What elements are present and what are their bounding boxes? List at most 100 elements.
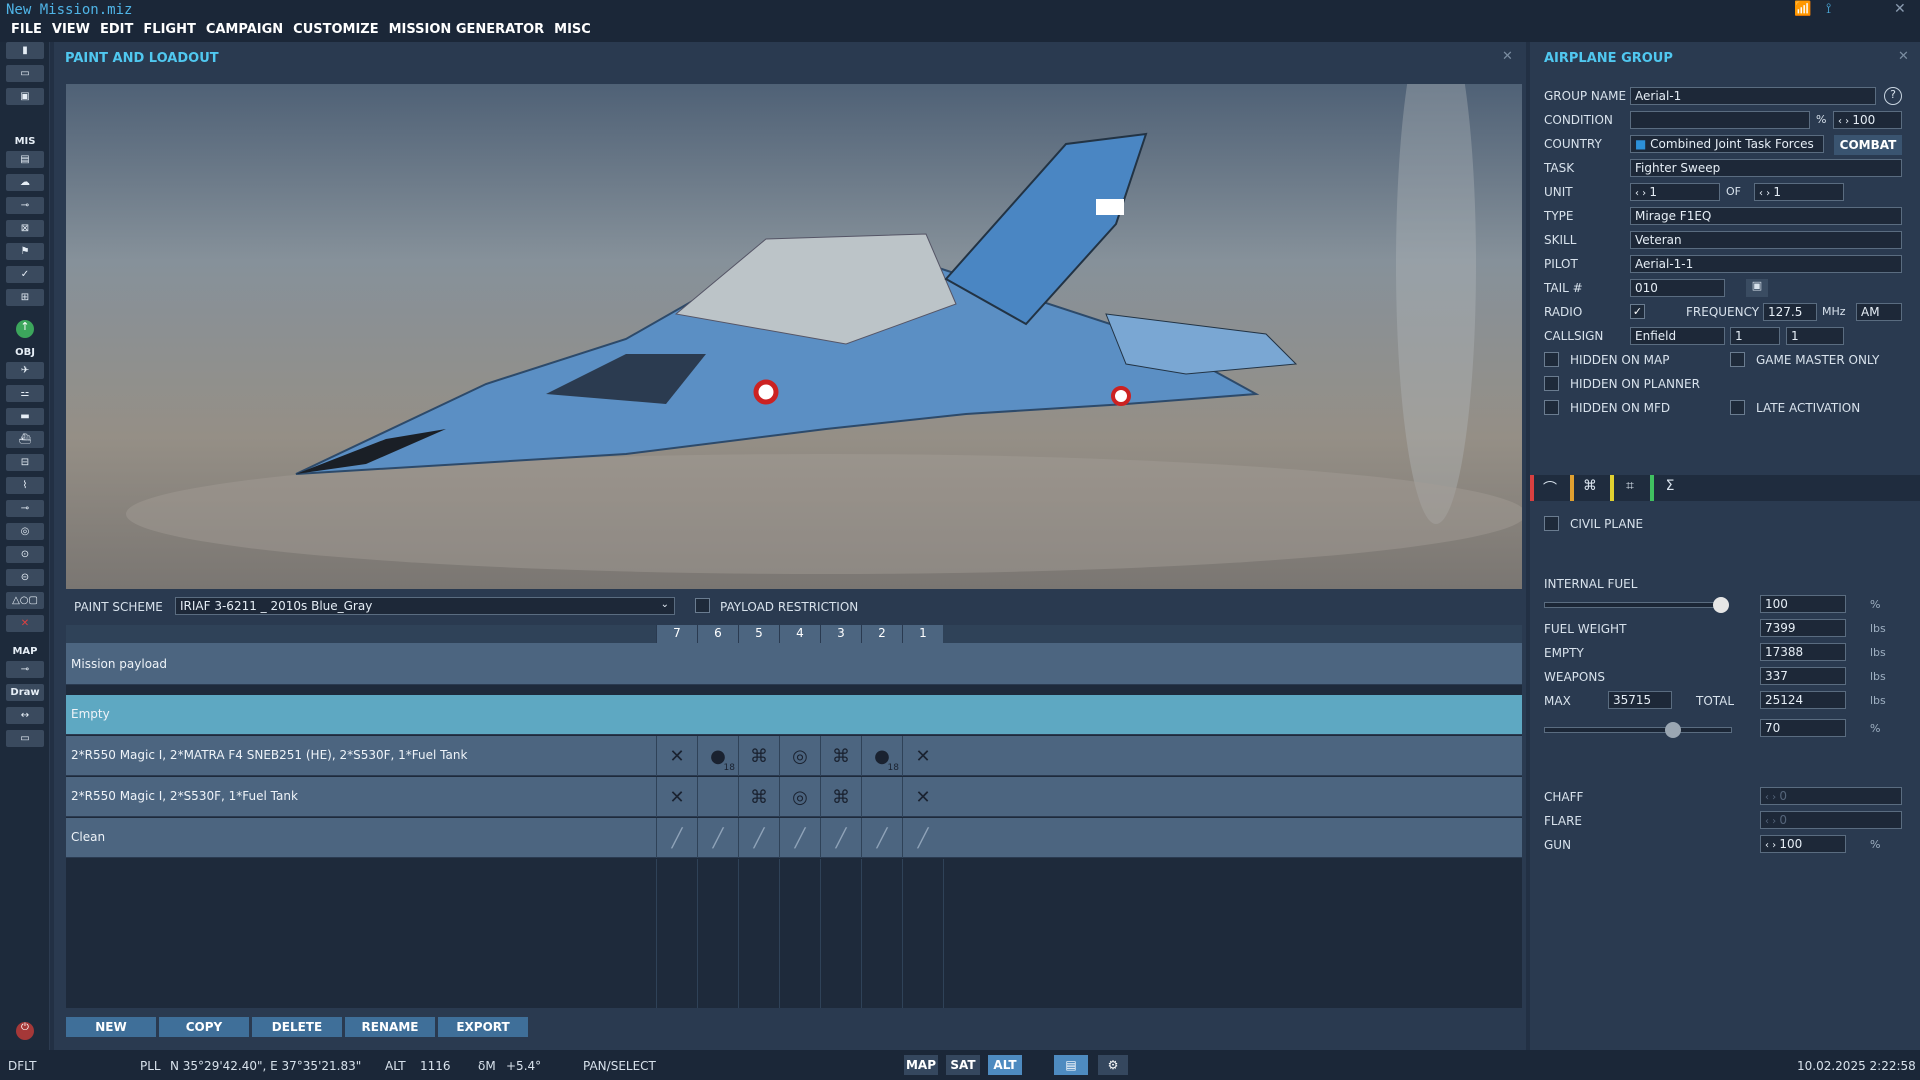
slot-weapon-icon[interactable]: ⌘ (820, 777, 861, 817)
triggered-actions-tab-icon[interactable]: ⌗ (1616, 478, 1644, 498)
map-view-button[interactable]: MAP (904, 1055, 938, 1075)
slot-clean-icon[interactable]: ╱ (779, 818, 820, 858)
rename-button[interactable]: RENAME (345, 1017, 435, 1037)
trigger-zone-icon[interactable]: ◎ (6, 523, 44, 540)
summary-tab-icon[interactable]: Σ (1656, 478, 1684, 498)
goals-icon[interactable]: ⚑ (6, 243, 44, 260)
loadout-row-selected[interactable]: Empty (66, 695, 1522, 735)
slot-weapon-icon[interactable]: ✕ (656, 736, 697, 776)
payload-restriction-checkbox[interactable] (695, 598, 710, 613)
slot-weapon-icon[interactable]: ⌘ (738, 736, 779, 776)
settings-icon[interactable]: ⚙ (1098, 1055, 1128, 1075)
delete-icon[interactable]: ✕ (6, 615, 44, 632)
slot-empty[interactable] (697, 777, 738, 817)
nav-up-icon[interactable]: ↑ (16, 320, 34, 338)
loadout-row[interactable]: 2*R550 Magic I, 2*MATRA F4 SNEB251 (HE),… (66, 736, 1522, 776)
ship-icon[interactable]: ⛴ (6, 431, 44, 448)
new-file-icon[interactable]: ▮ (6, 42, 44, 59)
slot-weapon-icon[interactable]: ✕ (902, 736, 943, 776)
gun-stepper[interactable]: ‹ › 100 (1760, 835, 1846, 853)
slot-weapon-icon[interactable]: ⌘ (738, 777, 779, 817)
group-name-field[interactable]: Aerial-1 (1630, 87, 1876, 105)
export-button[interactable]: EXPORT (438, 1017, 528, 1037)
mode-select[interactable]: DFLT (8, 1059, 37, 1073)
tail-field[interactable]: 010 (1630, 279, 1725, 297)
payload-tab-icon[interactable]: ⌘ (1576, 478, 1604, 498)
paint-scheme-select[interactable]: IRIAF 3-6211 _ 2010s Blue_Gray ⌄ (175, 597, 675, 615)
slot-clean-icon[interactable]: ╱ (738, 818, 779, 858)
pilot-field[interactable]: Aerial-1-1 (1630, 255, 1902, 273)
combat-button[interactable]: COMBAT (1834, 135, 1902, 155)
draw-button[interactable]: Draw (6, 684, 44, 701)
briefing-icon[interactable]: ▤ (6, 151, 44, 168)
aircraft-preview[interactable] (66, 84, 1522, 589)
slot-empty[interactable] (861, 777, 902, 817)
menu-campaign[interactable]: CAMPAIGN (201, 20, 288, 42)
shapes-icon[interactable]: △○▢ (6, 592, 44, 609)
modulation-select[interactable]: AM (1856, 303, 1902, 321)
skill-select[interactable]: Veteran (1630, 231, 1902, 249)
paste-icon[interactable]: ▣ (1746, 279, 1768, 297)
copy-button[interactable]: COPY (159, 1017, 249, 1037)
menu-mission-generator[interactable]: MISSION GENERATOR (384, 20, 550, 42)
save-file-icon[interactable]: ▣ (6, 88, 44, 105)
group-icon[interactable]: ⊝ (6, 569, 44, 586)
help-icon[interactable]: ? (1884, 87, 1902, 105)
fuel-weight-field[interactable]: 7399 (1760, 619, 1846, 637)
route-icon[interactable]: ⊸ (6, 197, 44, 214)
radio-checkbox[interactable]: ✓ (1630, 304, 1645, 319)
static-object-icon[interactable]: ⊟ (6, 454, 44, 471)
internal-fuel-slider[interactable] (1544, 597, 1730, 613)
slider-thumb[interactable] (1713, 597, 1730, 613)
loadout-row[interactable]: Clean ╱ ╱ ╱ ╱ ╱ ╱ ╱ (66, 818, 1522, 858)
slot-weapon-icon[interactable]: ● 18 (697, 736, 738, 776)
route-tab-icon[interactable]: ⌒ (1536, 478, 1564, 498)
map-tool-icon[interactable]: ⊸ (6, 661, 44, 678)
alt-view-button[interactable]: ALT (988, 1055, 1022, 1075)
slot-weapon-icon[interactable]: ✕ (656, 777, 697, 817)
helicopter-icon[interactable]: ⚍ (6, 385, 44, 402)
condition-stepper[interactable]: ‹ › 100 (1833, 111, 1902, 129)
hidden-on-planner-checkbox[interactable] (1544, 376, 1559, 391)
menu-flight[interactable]: FLIGHT (138, 20, 200, 42)
late-activation-checkbox[interactable] (1730, 400, 1745, 415)
callsign-num1-field[interactable]: 1 (1730, 327, 1780, 345)
slot-weapon-icon[interactable]: ◎ (779, 777, 820, 817)
menu-file[interactable]: FILE (6, 20, 47, 42)
hidden-on-map-checkbox[interactable] (1544, 352, 1559, 367)
game-master-only-checkbox[interactable] (1730, 352, 1745, 367)
callsign-select[interactable]: Enfield (1630, 327, 1725, 345)
frame-icon[interactable]: ▭ (6, 730, 44, 747)
unit-stepper[interactable]: ‹ › 1 (1630, 183, 1720, 201)
slot-clean-icon[interactable]: ╱ (902, 818, 943, 858)
flare-stepper[interactable]: ‹ › 0 (1760, 811, 1902, 829)
country-select[interactable]: ■ Combined Joint Task Forces (1630, 135, 1824, 153)
resources-icon[interactable]: ⊞ (6, 289, 44, 306)
slot-weapon-icon[interactable]: ● 18 (861, 736, 902, 776)
slot-weapon-icon[interactable]: ⌘ (820, 736, 861, 776)
slot-clean-icon[interactable]: ╱ (697, 818, 738, 858)
condition-bar[interactable] (1630, 111, 1810, 129)
type-select[interactable]: Mirage F1EQ (1630, 207, 1902, 225)
slot-weapon-icon[interactable]: ✕ (902, 777, 943, 817)
check-icon[interactable]: ✓ (6, 266, 44, 283)
airplane-icon[interactable]: ✈ (6, 362, 44, 379)
navpoint-icon[interactable]: ⊙ (6, 546, 44, 563)
close-panel-icon[interactable]: ✕ (1502, 49, 1513, 64)
chaff-stepper[interactable]: ‹ › 0 (1760, 787, 1902, 805)
close-panel-icon[interactable]: ✕ (1898, 49, 1909, 64)
task-select[interactable]: Fighter Sweep (1630, 159, 1902, 177)
menu-edit[interactable]: EDIT (95, 20, 138, 42)
weather-icon[interactable]: ☁ (6, 174, 44, 191)
callsign-num2-field[interactable]: 1 (1786, 327, 1844, 345)
slot-clean-icon[interactable]: ╱ (820, 818, 861, 858)
close-window-icon[interactable]: ✕ (1894, 1, 1906, 17)
delete-button[interactable]: DELETE (252, 1017, 342, 1037)
civil-plane-checkbox[interactable] (1544, 516, 1559, 531)
slot-clean-icon[interactable]: ╱ (656, 818, 697, 858)
menu-view[interactable]: VIEW (47, 20, 95, 42)
airfield-icon[interactable]: ⊸ (6, 500, 44, 517)
loadout-row[interactable]: 2*R550 Magic I, 2*S530F, 1*Fuel Tank ✕ ⌘… (66, 777, 1522, 817)
layers-icon[interactable]: ▤ (1054, 1055, 1088, 1075)
unit-total-stepper[interactable]: ‹ › 1 (1754, 183, 1844, 201)
